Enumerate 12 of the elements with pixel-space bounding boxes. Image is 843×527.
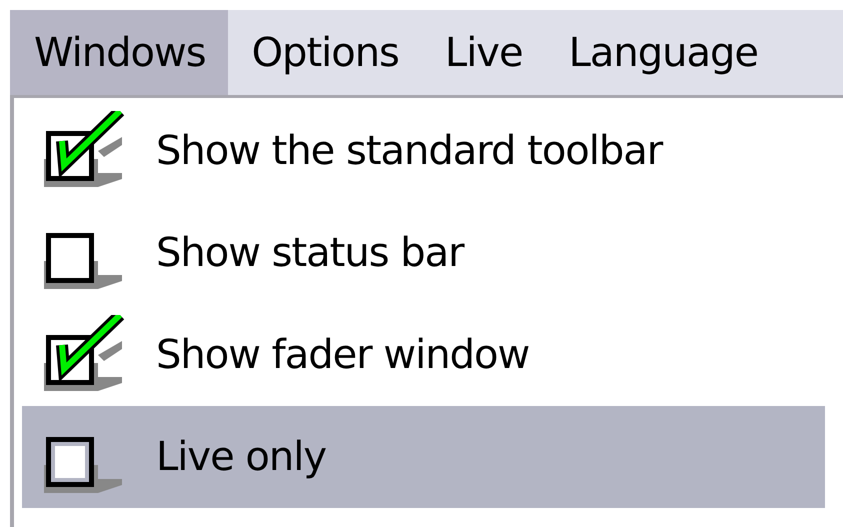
menu-item[interactable]: Show status bar: [22, 202, 825, 304]
menu-item[interactable]: Show fader window: [22, 304, 825, 406]
menu-bar-item[interactable]: Language: [544, 10, 780, 95]
menu-item-label: Show status bar: [156, 230, 464, 276]
menu-item-label: Show fader window: [156, 332, 530, 378]
menu-item-label: Live only: [156, 434, 326, 480]
menu-bar-item[interactable]: Windows: [10, 10, 228, 95]
menu-item[interactable]: Live only: [22, 406, 825, 508]
menu-bar-item[interactable]: Options: [228, 10, 421, 95]
menu-item[interactable]: Show the standard toolbar: [22, 100, 825, 202]
menu-bar-item[interactable]: Live: [420, 10, 545, 95]
menu-item-label: Show the standard toolbar: [156, 128, 662, 174]
